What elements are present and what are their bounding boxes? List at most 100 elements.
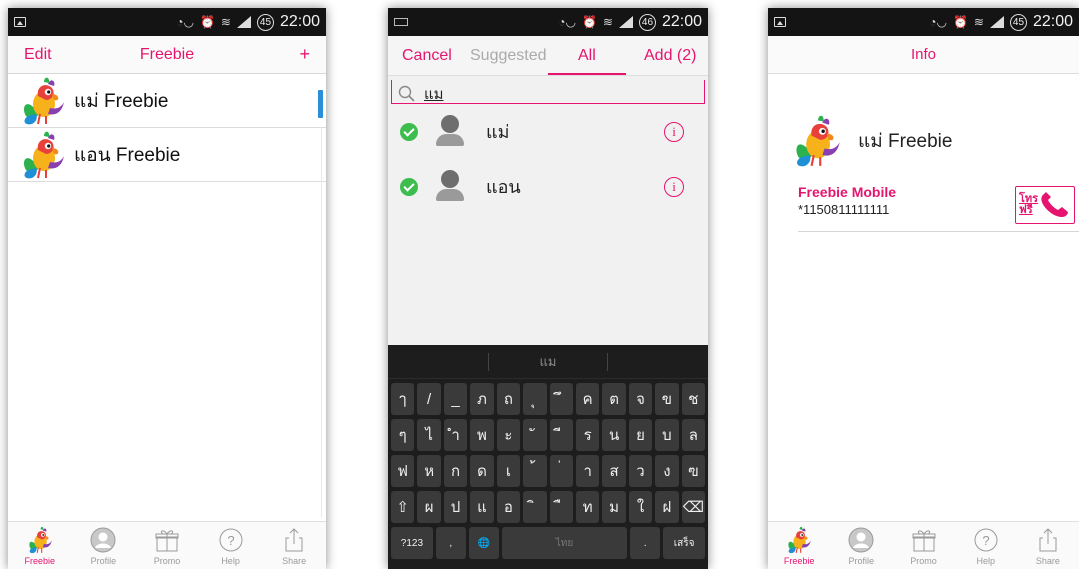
keyboard-key[interactable]: ิ <box>523 491 547 523</box>
keyboard-key[interactable]: / <box>417 383 441 415</box>
contact-name: แม่ Freebie <box>74 90 169 112</box>
keyboard-key[interactable]: จ <box>628 383 653 415</box>
cancel-button[interactable]: Cancel <box>402 47 452 65</box>
keyboard-key[interactable]: ก <box>443 455 468 487</box>
edit-button[interactable]: Edit <box>24 46 52 64</box>
scroll-track <box>321 128 322 518</box>
keyboard-key[interactable]: แ <box>470 491 494 523</box>
keyboard-key[interactable]: ห <box>417 455 441 487</box>
info-icon[interactable]: i <box>664 121 684 142</box>
contact-row[interactable]: แอน Freebie <box>8 128 326 182</box>
tab-bar: Freebie Profile Promo ? Help Share <box>8 521 326 569</box>
search-input[interactable]: แม <box>391 80 705 104</box>
keyboard-key[interactable]: ง <box>655 455 679 487</box>
keyboard-key[interactable]: ด <box>470 455 494 487</box>
contact-pick-row[interactable]: แอน i <box>388 159 708 214</box>
tab-label: Share <box>282 556 307 566</box>
keyboard-key[interactable]: ใ <box>628 491 653 523</box>
tab-help[interactable]: ? Help <box>955 522 1017 569</box>
symbols-key[interactable]: ?123 <box>391 527 433 559</box>
keyboard-key[interactable]: ป <box>443 491 468 523</box>
add-button[interactable]: Add (2) <box>644 47 696 65</box>
keyboard-key[interactable]: อ <box>496 491 521 523</box>
tab-promo[interactable]: Promo <box>892 522 954 569</box>
clock: 22:00 <box>1032 13 1073 30</box>
person-icon <box>434 169 466 204</box>
keyboard-key[interactable]: ร <box>575 419 600 451</box>
keyboard-key[interactable]: น <box>602 419 626 451</box>
keyboard-row-1: ๅ/_ภถุึคตจขช <box>388 379 708 415</box>
contact-name: แอน Freebie <box>74 144 181 166</box>
parrot-icon <box>787 526 812 554</box>
keyboard-key[interactable]: ะ <box>496 419 521 451</box>
period-key[interactable]: . <box>630 527 661 559</box>
tab-freebie[interactable]: Freebie <box>768 522 830 569</box>
keyboard-key[interactable]: ำ <box>443 419 468 451</box>
wifi-icon: ≋ <box>220 15 231 29</box>
keyboard-key[interactable]: า <box>575 455 600 487</box>
tab-profile[interactable]: Profile <box>72 522 136 569</box>
keyboard-key[interactable]: ต <box>602 383 626 415</box>
keyboard-key[interactable]: บ <box>655 419 679 451</box>
keyboard-key[interactable]: _ <box>443 383 468 415</box>
tab-profile[interactable]: Profile <box>830 522 892 569</box>
thai-keyboard: แม ๅ/_ภถุึคตจขช ๆไำพะัีรนยบล ฟหกดเ้่าสวง… <box>388 345 708 569</box>
keyboard-key[interactable]: ฝ <box>655 491 679 523</box>
add-contact-button[interactable]: + <box>299 44 310 65</box>
tab-suggested[interactable]: Suggested <box>470 47 547 65</box>
checked-icon[interactable] <box>400 122 418 141</box>
keyboard-key[interactable]: ฃ <box>681 455 706 487</box>
globe-icon[interactable]: 🌐 <box>468 527 499 559</box>
keyboard-key[interactable]: ฟ <box>391 455 415 487</box>
done-key[interactable]: เสร็จ <box>663 527 706 559</box>
tab-label: Help <box>221 556 240 566</box>
free-call-button[interactable]: โทร ฟรี <box>1015 186 1075 224</box>
keyboard-key[interactable]: ย <box>628 419 653 451</box>
keyboard-key[interactable]: ช <box>681 383 706 415</box>
contact-pick-row[interactable]: แม่ i <box>388 104 708 159</box>
keyboard-key[interactable]: ั <box>523 419 547 451</box>
keyboard-key[interactable]: ่ <box>549 455 573 487</box>
contact-row[interactable]: แม่ Freebie <box>8 74 326 128</box>
keyboard-key[interactable]: ⇧ <box>391 491 415 523</box>
keyboard-key[interactable]: ไ <box>417 419 441 451</box>
tab-help[interactable]: ? Help <box>199 522 263 569</box>
keyboard-key[interactable]: ๆ <box>391 419 415 451</box>
keyboard-key[interactable]: ⌫ <box>681 491 706 523</box>
keyboard-key[interactable]: ๅ <box>391 383 415 415</box>
keyboard-key[interactable]: ส <box>602 455 626 487</box>
tab-promo[interactable]: Promo <box>135 522 199 569</box>
space-key[interactable]: ไทย <box>501 527 628 559</box>
svg-text:?: ? <box>227 533 234 548</box>
tab-share[interactable]: Share <box>1017 522 1079 569</box>
tab-freebie[interactable]: Freebie <box>8 522 72 569</box>
keyboard-key[interactable]: ข <box>655 383 679 415</box>
search-icon <box>398 85 415 102</box>
image-notification-icon <box>14 17 26 27</box>
tab-all[interactable]: All <box>578 47 596 65</box>
keyboard-suggestion[interactable]: แม <box>388 345 708 379</box>
info-icon[interactable]: i <box>664 176 684 197</box>
keyboard-key[interactable]: ึ <box>549 383 573 415</box>
keyboard-key[interactable]: ื <box>549 491 573 523</box>
alarm-icon: ⏰ <box>952 15 968 29</box>
contact-name: แม่ Freebie <box>858 131 953 152</box>
wifi-icon: ≋ <box>973 15 984 29</box>
keyboard-key[interactable]: ภ <box>470 383 494 415</box>
scroll-indicator[interactable] <box>318 90 323 118</box>
keyboard-key[interactable]: ผ <box>417 491 441 523</box>
keyboard-key[interactable]: ุ <box>523 383 547 415</box>
keyboard-key[interactable]: ท <box>575 491 600 523</box>
keyboard-key[interactable]: ล <box>681 419 706 451</box>
tab-share[interactable]: Share <box>262 522 326 569</box>
keyboard-key[interactable]: ถ <box>496 383 521 415</box>
comma-key[interactable]: , <box>435 527 466 559</box>
keyboard-key[interactable]: ค <box>575 383 600 415</box>
keyboard-key[interactable]: เ <box>496 455 521 487</box>
keyboard-key[interactable]: ี <box>549 419 573 451</box>
keyboard-key[interactable]: ม <box>602 491 626 523</box>
keyboard-key[interactable]: พ <box>470 419 494 451</box>
checked-icon[interactable] <box>400 177 418 196</box>
keyboard-key[interactable]: ว <box>628 455 653 487</box>
keyboard-key[interactable]: ้ <box>523 455 547 487</box>
